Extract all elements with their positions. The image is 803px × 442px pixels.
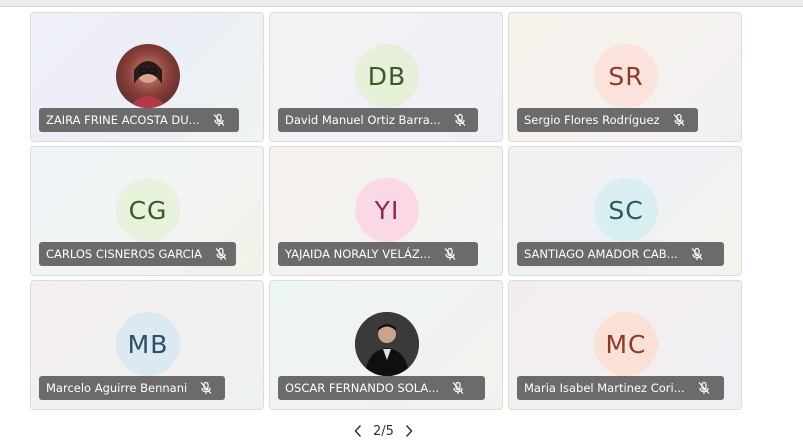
- mic-muted-icon: [690, 247, 704, 261]
- participant-name: OSCAR FERNANDO SOLA...: [285, 381, 440, 395]
- participant-tile[interactable]: OSCAR FERNANDO SOLA...: [269, 280, 503, 410]
- participant-photo: [355, 312, 419, 376]
- participant-initials-avatar: SC: [594, 178, 658, 242]
- participant-nameplate: OSCAR FERNANDO SOLA...: [278, 376, 485, 400]
- participant-nameplate: David Manuel Ortiz Barra...: [278, 108, 478, 132]
- previous-page-button[interactable]: [349, 422, 367, 440]
- participant-nameplate: YAJAIDA NORALY VELÁZ...: [278, 242, 478, 266]
- mic-muted-icon: [697, 381, 711, 395]
- participant-tile[interactable]: CG CARLOS CISNEROS GARCIA: [30, 146, 264, 276]
- participant-tile[interactable]: SC SANTIAGO AMADOR CAB...: [508, 146, 742, 276]
- participant-tile[interactable]: YI YAJAIDA NORALY VELÁZ...: [269, 146, 503, 276]
- participant-nameplate: Sergio Flores Rodríguez: [517, 108, 698, 132]
- participant-tile[interactable]: MB Marcelo Aguirre Bennani: [30, 280, 264, 410]
- participant-initials-avatar: SR: [594, 44, 658, 108]
- participant-initials: MC: [605, 329, 647, 359]
- pagination: 2/5: [349, 421, 418, 441]
- participant-name: Marcelo Aguirre Bennani: [46, 381, 188, 395]
- participant-initials: SR: [608, 61, 644, 91]
- participant-tile[interactable]: MC Maria Isabel Martinez Cori...: [508, 280, 742, 410]
- mic-muted-icon: [443, 247, 457, 261]
- participant-grid: ZAIRA FRINE ACOSTA DU... DB David Manuel…: [30, 12, 742, 410]
- participant-tile[interactable]: SR Sergio Flores Rodríguez: [508, 12, 742, 142]
- participant-name: SANTIAGO AMADOR CAB...: [524, 247, 678, 261]
- mic-muted-icon: [214, 247, 228, 261]
- participant-name: Maria Isabel Martinez Cori...: [524, 381, 685, 395]
- participant-initials-avatar: CG: [116, 178, 180, 242]
- next-page-button[interactable]: [400, 422, 418, 440]
- participant-photo: [116, 44, 180, 108]
- participant-initials-avatar: YI: [355, 178, 419, 242]
- participant-initials: SC: [608, 195, 644, 225]
- participant-initials: YI: [374, 195, 400, 225]
- page-indicator: 2/5: [373, 423, 394, 439]
- participant-nameplate: SANTIAGO AMADOR CAB...: [517, 242, 724, 266]
- participant-tile[interactable]: DB David Manuel Ortiz Barra...: [269, 12, 503, 142]
- participant-nameplate: Maria Isabel Martinez Cori...: [517, 376, 724, 400]
- participant-tile[interactable]: ZAIRA FRINE ACOSTA DU...: [30, 12, 264, 142]
- mic-muted-icon: [451, 381, 465, 395]
- participant-nameplate: ZAIRA FRINE ACOSTA DU...: [39, 108, 239, 132]
- participant-nameplate: CARLOS CISNEROS GARCIA: [39, 242, 236, 266]
- participant-initials: MB: [127, 329, 169, 359]
- mic-muted-icon: [453, 113, 467, 127]
- mic-muted-icon: [199, 381, 213, 395]
- participant-initials-avatar: MB: [116, 312, 180, 376]
- participant-initials: DB: [367, 61, 407, 91]
- chevron-left-icon: [354, 424, 362, 438]
- participant-name: Sergio Flores Rodríguez: [524, 113, 660, 127]
- participant-initials-avatar: DB: [355, 44, 419, 108]
- participant-nameplate: Marcelo Aguirre Bennani: [39, 376, 225, 400]
- participant-initials-avatar: MC: [594, 312, 658, 376]
- participant-name: YAJAIDA NORALY VELÁZ...: [285, 247, 431, 261]
- participant-name: ZAIRA FRINE ACOSTA DU...: [46, 113, 200, 127]
- top-bar: [0, 0, 803, 7]
- participant-name: CARLOS CISNEROS GARCIA: [46, 247, 202, 261]
- participant-name: David Manuel Ortiz Barra...: [285, 113, 441, 127]
- chevron-right-icon: [405, 424, 413, 438]
- mic-muted-icon: [672, 113, 686, 127]
- participant-initials: CG: [128, 195, 168, 225]
- mic-muted-icon: [212, 113, 226, 127]
